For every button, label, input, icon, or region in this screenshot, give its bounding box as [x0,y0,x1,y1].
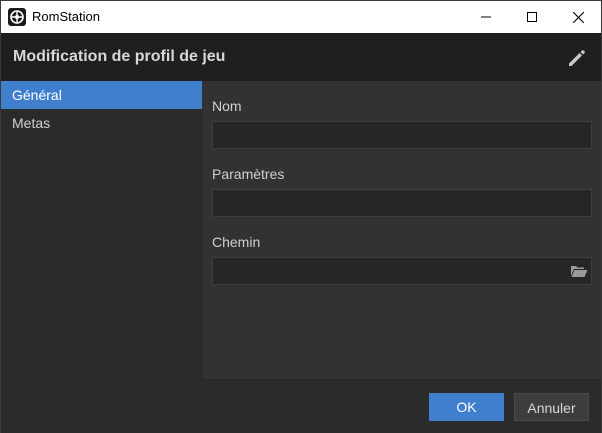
dialog-header: Modification de profil de jeu [1,33,601,81]
maximize-button[interactable] [509,1,555,33]
chemin-input[interactable] [212,257,592,285]
dialog-footer: OK Annuler [1,379,601,433]
dialog-window: RomStation Modification de profil de jeu [0,0,602,433]
nom-label: Nom [212,98,242,114]
minimize-icon [481,16,491,18]
close-icon [572,11,584,23]
sidebar-item-general[interactable]: Général [1,81,202,109]
parametres-input[interactable] [212,189,592,217]
sidebar-item-metas[interactable]: Metas [1,109,202,137]
sidebar: Général Metas [1,81,202,379]
romstation-logo-icon [8,8,26,26]
ok-button[interactable]: OK [429,393,504,421]
title-bar: RomStation [1,1,601,33]
window-title: RomStation [32,9,100,24]
minimize-button[interactable] [463,1,509,33]
chemin-label: Chemin [212,234,261,250]
nom-input[interactable] [212,121,592,149]
close-button[interactable] [555,1,601,33]
maximize-icon [527,12,537,22]
form-panel: Nom Paramètres Chemin [202,81,601,379]
folder-open-icon [571,266,588,277]
parametres-label: Paramètres [212,166,285,182]
pencil-icon[interactable] [565,46,589,70]
page-title: Modification de profil de jeu [13,48,226,65]
cancel-button[interactable]: Annuler [514,393,589,421]
browse-button[interactable] [568,258,590,284]
